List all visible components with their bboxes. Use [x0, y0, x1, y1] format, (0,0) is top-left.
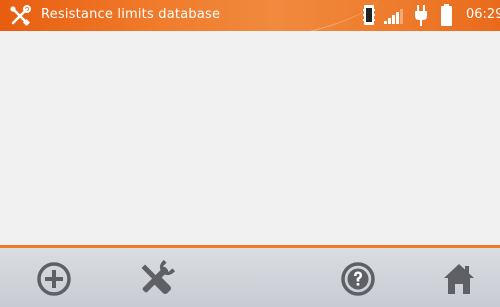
home-button[interactable]: [434, 254, 484, 304]
clock: 06:29: [466, 7, 500, 22]
limits-list[interactable]: [0, 31, 500, 245]
help-button[interactable]: [333, 254, 383, 304]
memory-card-icon: [363, 5, 375, 25]
title-bar: Resistance limits database 06:29: [0, 0, 500, 31]
battery-icon: [441, 4, 452, 26]
signal-strength-icon: [384, 9, 403, 24]
tools-icon: [141, 259, 176, 295]
settings-button[interactable]: [131, 254, 181, 304]
bottom-toolbar: [0, 248, 500, 307]
add-circle-icon: [37, 262, 71, 296]
add-button[interactable]: [29, 254, 79, 304]
tools-icon: [10, 5, 31, 27]
help-circle-icon: [341, 262, 375, 296]
home-icon: [444, 264, 474, 294]
power-plug-icon: [415, 5, 427, 26]
page-title: Resistance limits database: [41, 7, 221, 22]
